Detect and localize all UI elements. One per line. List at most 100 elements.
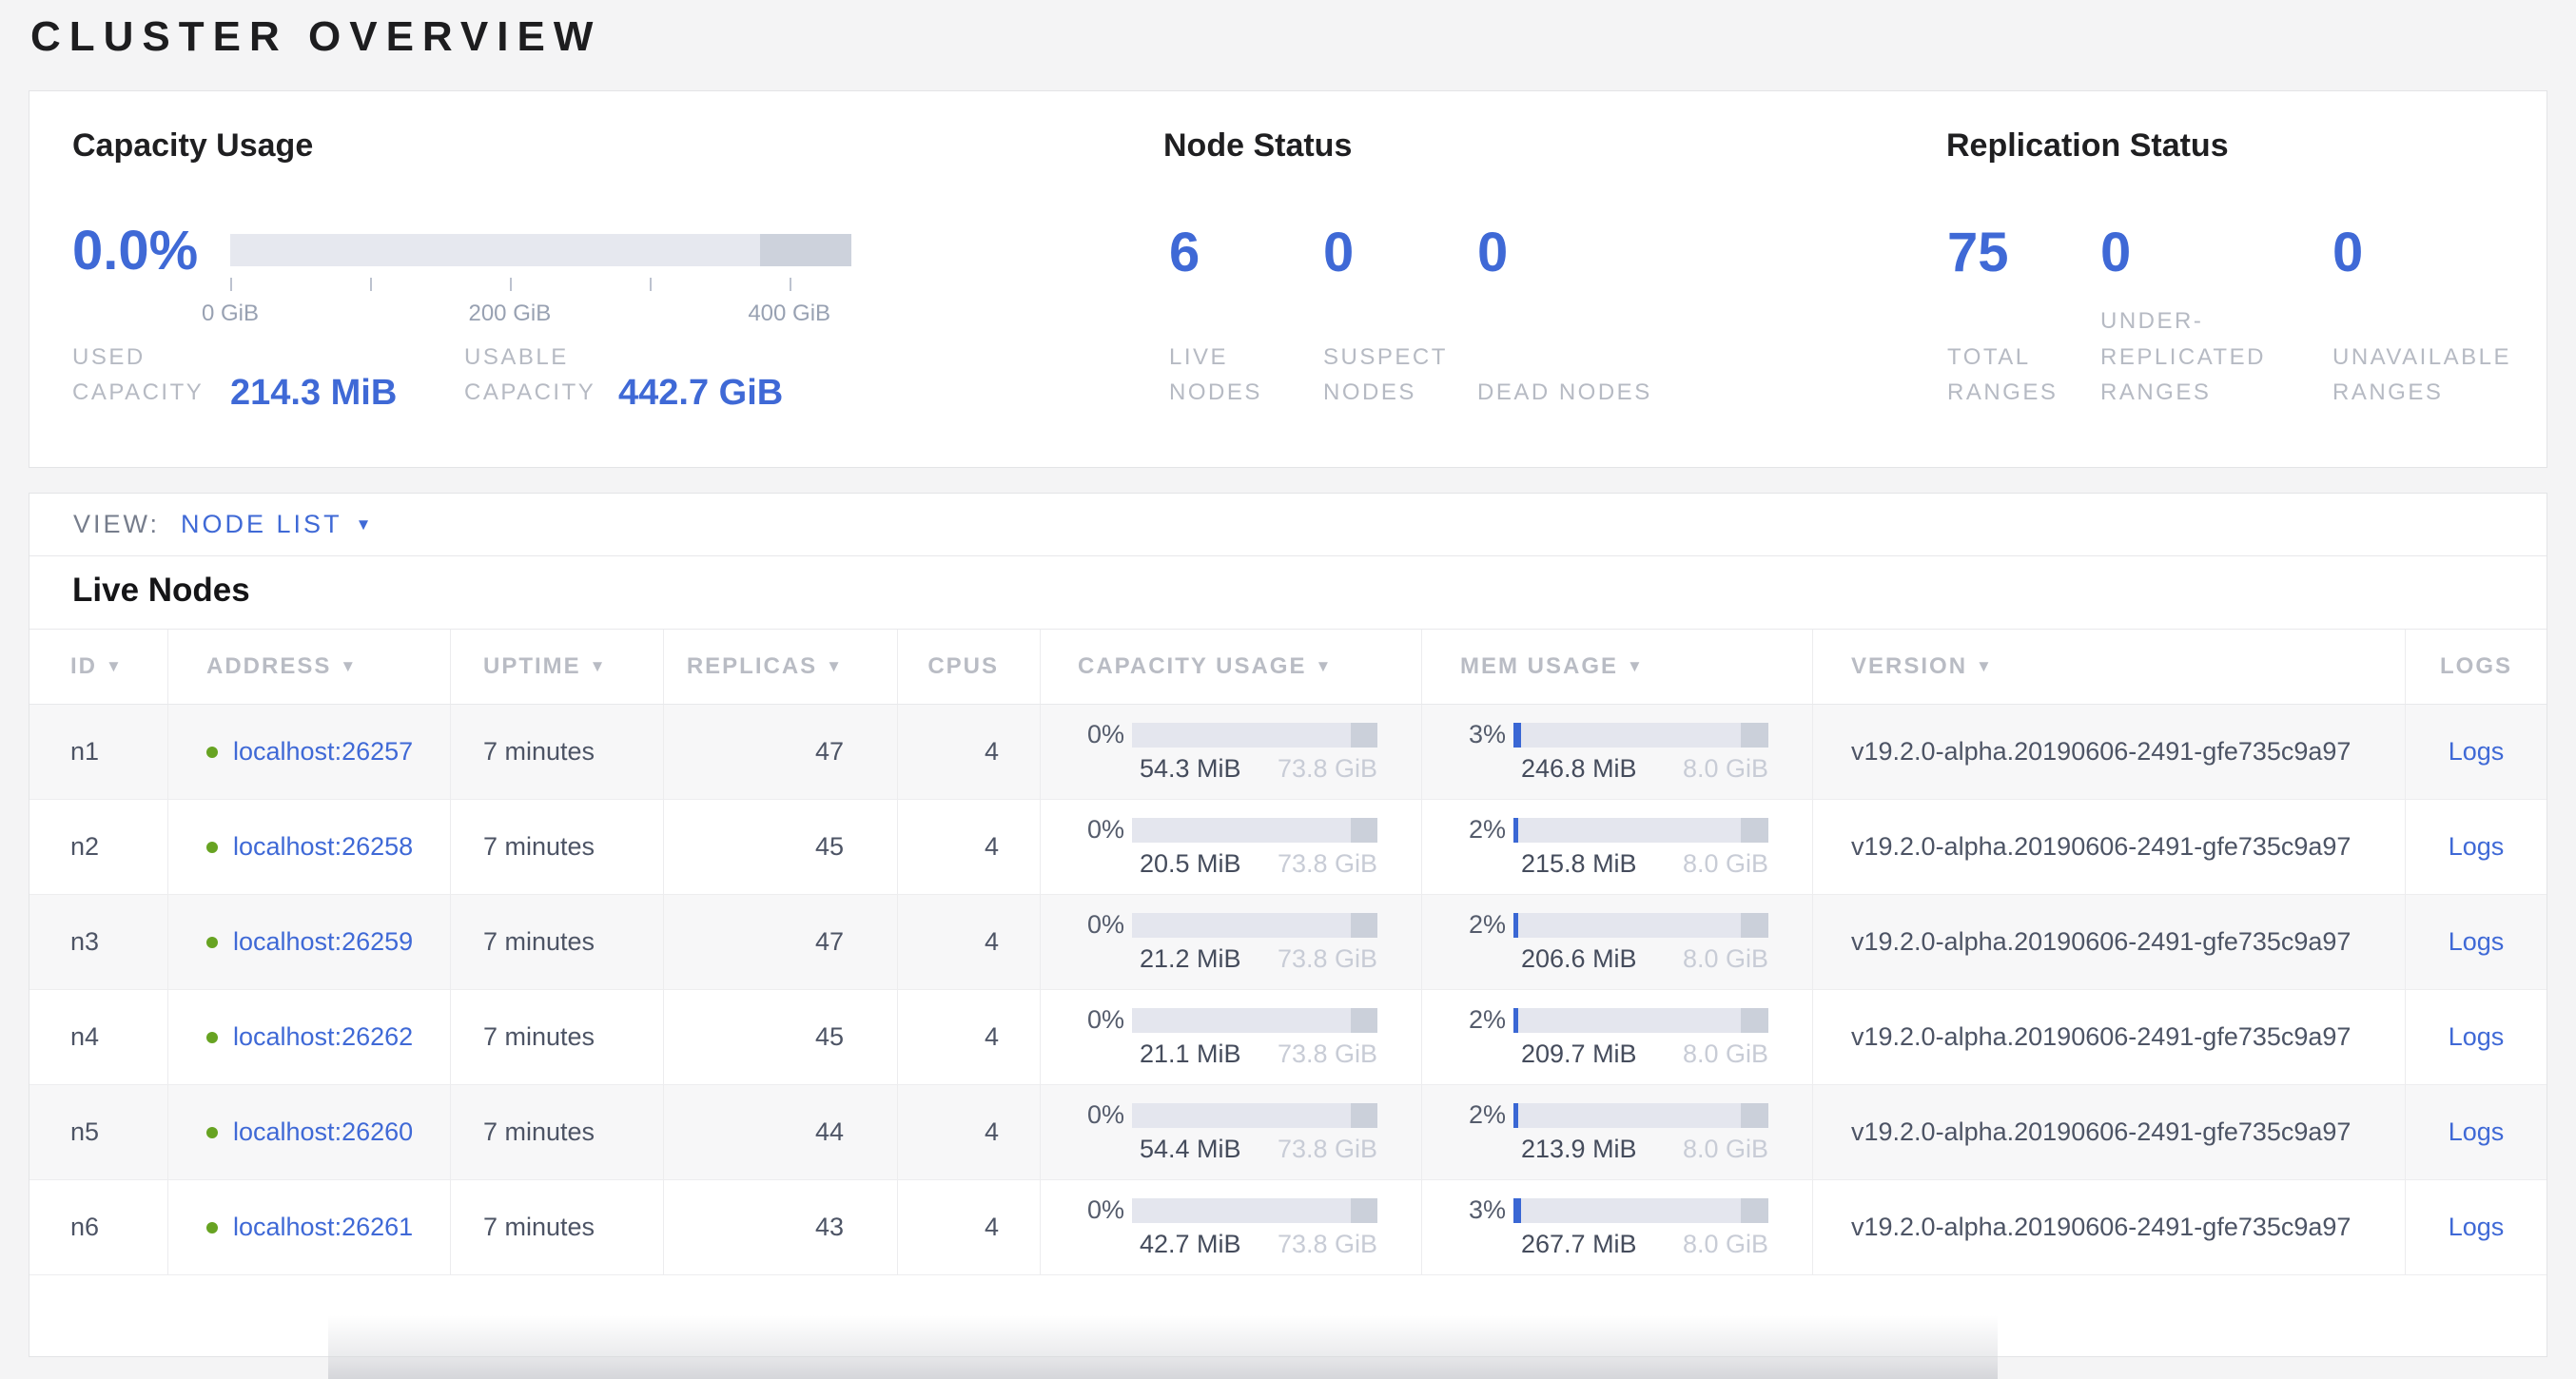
- suspect-nodes-stat: 0 SUSPECT NODES: [1323, 224, 1477, 410]
- logs-link[interactable]: Logs: [2449, 1117, 2505, 1147]
- node-address-link[interactable]: localhost:26259: [233, 927, 413, 957]
- uptime-cell: 7 minutes: [451, 990, 664, 1084]
- mem-usage-cell: 2% 206.6 MiB 8.0 GiB: [1422, 895, 1813, 989]
- column-header-mem-label: MEM USAGE: [1460, 653, 1618, 680]
- sort-desc-icon: ▼: [1315, 657, 1333, 676]
- mem-bar-fill: [1513, 1008, 1518, 1033]
- logs-cell: Logs: [2406, 800, 2547, 894]
- uptime-cell: 7 minutes: [451, 1180, 664, 1274]
- unavailable-ranges-label: UNAVAILABLE RANGES: [2332, 340, 2551, 410]
- mem-bar-fill: [1513, 913, 1518, 938]
- mem-bar-fill: [1513, 818, 1518, 843]
- column-header-cpus[interactable]: CPUS: [898, 630, 1041, 704]
- mem-usage-cell: 3% 246.8 MiB 8.0 GiB: [1422, 705, 1813, 799]
- table-row: n4 localhost:26262 7 minutes 45 4 0%: [29, 990, 2547, 1085]
- mem-bar-reserved: [1741, 1198, 1768, 1223]
- usable-capacity-label: USABLE CAPACITY: [464, 340, 631, 410]
- mem-percent: 3%: [1454, 1195, 1513, 1225]
- dead-nodes-value: 0: [1477, 226, 1508, 279]
- node-address-link[interactable]: localhost:26260: [233, 1117, 413, 1147]
- logs-link[interactable]: Logs: [2449, 1213, 2505, 1242]
- unavailable-ranges-stat: 0 UNAVAILABLE RANGES: [2332, 224, 2551, 410]
- column-header-version-label: VERSION: [1851, 653, 1967, 680]
- capacity-usage-cell: 0% 54.4 MiB 73.8 GiB: [1041, 1085, 1422, 1179]
- mem-used-value: 246.8 MiB: [1521, 754, 1637, 784]
- chevron-down-icon: ▼: [356, 515, 372, 534]
- node-address-link[interactable]: localhost:26257: [233, 737, 413, 767]
- unavailable-ranges-value: 0: [2332, 226, 2363, 279]
- mem-used-value: 209.7 MiB: [1521, 1039, 1637, 1069]
- column-header-address[interactable]: ADDRESS ▼: [168, 630, 451, 704]
- total-ranges-value: 75: [1947, 226, 2009, 279]
- replication-status-section: 75 TOTAL RANGES 0 UNDER-REPLICATED RANGE…: [1947, 224, 2556, 410]
- capacity-used-value: 42.7 MiB: [1140, 1230, 1241, 1259]
- dead-nodes-stat: 0 DEAD NODES: [1477, 224, 1687, 410]
- capacity-percent: 0%: [1073, 1195, 1132, 1225]
- capacity-bar-axis: 0 GiB 200 GiB 400 GiB: [230, 278, 851, 344]
- node-address-link[interactable]: localhost:26262: [233, 1022, 413, 1052]
- cpus-cell: 4: [898, 1180, 1041, 1274]
- mem-bar: [1513, 1198, 1768, 1223]
- axis-tick: [650, 278, 652, 291]
- cpus-cell: 4: [898, 1085, 1041, 1179]
- node-address-cell: localhost:26262: [168, 990, 451, 1084]
- mem-bar-fill: [1513, 1103, 1518, 1128]
- axis-tick: [510, 278, 512, 291]
- mem-used-value: 206.6 MiB: [1521, 944, 1637, 974]
- version-cell: v19.2.0-alpha.20190606-2491-gfe735c9a97: [1813, 1180, 2406, 1274]
- replicas-cell: 44: [664, 1085, 898, 1179]
- table-header-row: ID ▼ ADDRESS ▼ UPTIME ▼ REPLICAS ▼ CPUS …: [29, 629, 2547, 705]
- column-header-id-label: ID: [70, 653, 97, 680]
- sort-desc-icon: ▼: [590, 657, 608, 676]
- version-cell: v19.2.0-alpha.20190606-2491-gfe735c9a97: [1813, 800, 2406, 894]
- node-id-cell: n5: [29, 1085, 168, 1179]
- cpus-cell: 4: [898, 800, 1041, 894]
- logs-link[interactable]: Logs: [2449, 737, 2505, 767]
- mem-percent: 2%: [1454, 1100, 1513, 1130]
- table-row: n5 localhost:26260 7 minutes 44 4 0%: [29, 1085, 2547, 1180]
- column-header-capacity-usage[interactable]: CAPACITY USAGE ▼: [1041, 630, 1422, 704]
- cpus-cell: 4: [898, 705, 1041, 799]
- view-selector-dropdown[interactable]: NODE LIST ▼: [181, 510, 371, 539]
- column-header-mem-usage[interactable]: MEM USAGE ▼: [1422, 630, 1813, 704]
- table-row: n3 localhost:26259 7 minutes 47 4 0%: [29, 895, 2547, 990]
- view-selected-value: NODE LIST: [181, 510, 342, 539]
- node-address-link[interactable]: localhost:26261: [233, 1213, 413, 1242]
- dead-nodes-label: DEAD NODES: [1477, 375, 1652, 410]
- uptime-cell: 7 minutes: [451, 705, 664, 799]
- logs-link[interactable]: Logs: [2449, 832, 2505, 862]
- mem-total-value: 8.0 GiB: [1683, 849, 1768, 879]
- column-header-uptime[interactable]: UPTIME ▼: [451, 630, 664, 704]
- node-address-cell: localhost:26260: [168, 1085, 451, 1179]
- capacity-bar: [1132, 1008, 1377, 1033]
- column-header-version[interactable]: VERSION ▼: [1813, 630, 2406, 704]
- capacity-total-value: 73.8 GiB: [1278, 849, 1377, 879]
- mem-bar: [1513, 913, 1768, 938]
- suspect-nodes-value: 0: [1323, 226, 1354, 279]
- axis-tick-label: 0 GiB: [202, 301, 259, 327]
- mem-usage-cell: 2% 215.8 MiB 8.0 GiB: [1422, 800, 1813, 894]
- node-id-cell: n4: [29, 990, 168, 1084]
- bottom-edge-shadow: [328, 1315, 1998, 1379]
- live-nodes-label: LIVE NODES: [1169, 340, 1323, 410]
- replicas-cell: 45: [664, 800, 898, 894]
- used-capacity-label: USED CAPACITY: [72, 340, 239, 410]
- column-header-capacity-label: CAPACITY USAGE: [1078, 653, 1306, 680]
- logs-link[interactable]: Logs: [2449, 1022, 2505, 1052]
- replicas-cell: 45: [664, 990, 898, 1084]
- total-ranges-stat: 75 TOTAL RANGES: [1947, 224, 2100, 410]
- axis-tick: [790, 278, 791, 291]
- capacity-bar: [1132, 1198, 1377, 1223]
- node-address-link[interactable]: localhost:26258: [233, 832, 413, 862]
- node-live-dot: [206, 1222, 218, 1233]
- mem-percent: 3%: [1454, 720, 1513, 749]
- table-row: n6 localhost:26261 7 minutes 43 4 0%: [29, 1180, 2547, 1275]
- logs-link[interactable]: Logs: [2449, 927, 2505, 957]
- capacity-usage-bar: [230, 234, 851, 266]
- sort-desc-icon: ▼: [826, 657, 844, 676]
- column-header-id[interactable]: ID ▼: [29, 630, 168, 704]
- capacity-usage-cell: 0% 42.7 MiB 73.8 GiB: [1041, 1180, 1422, 1274]
- column-header-replicas[interactable]: REPLICAS ▼: [664, 630, 898, 704]
- sort-desc-icon: ▼: [340, 657, 358, 676]
- live-nodes-stat: 6 LIVE NODES: [1169, 224, 1323, 410]
